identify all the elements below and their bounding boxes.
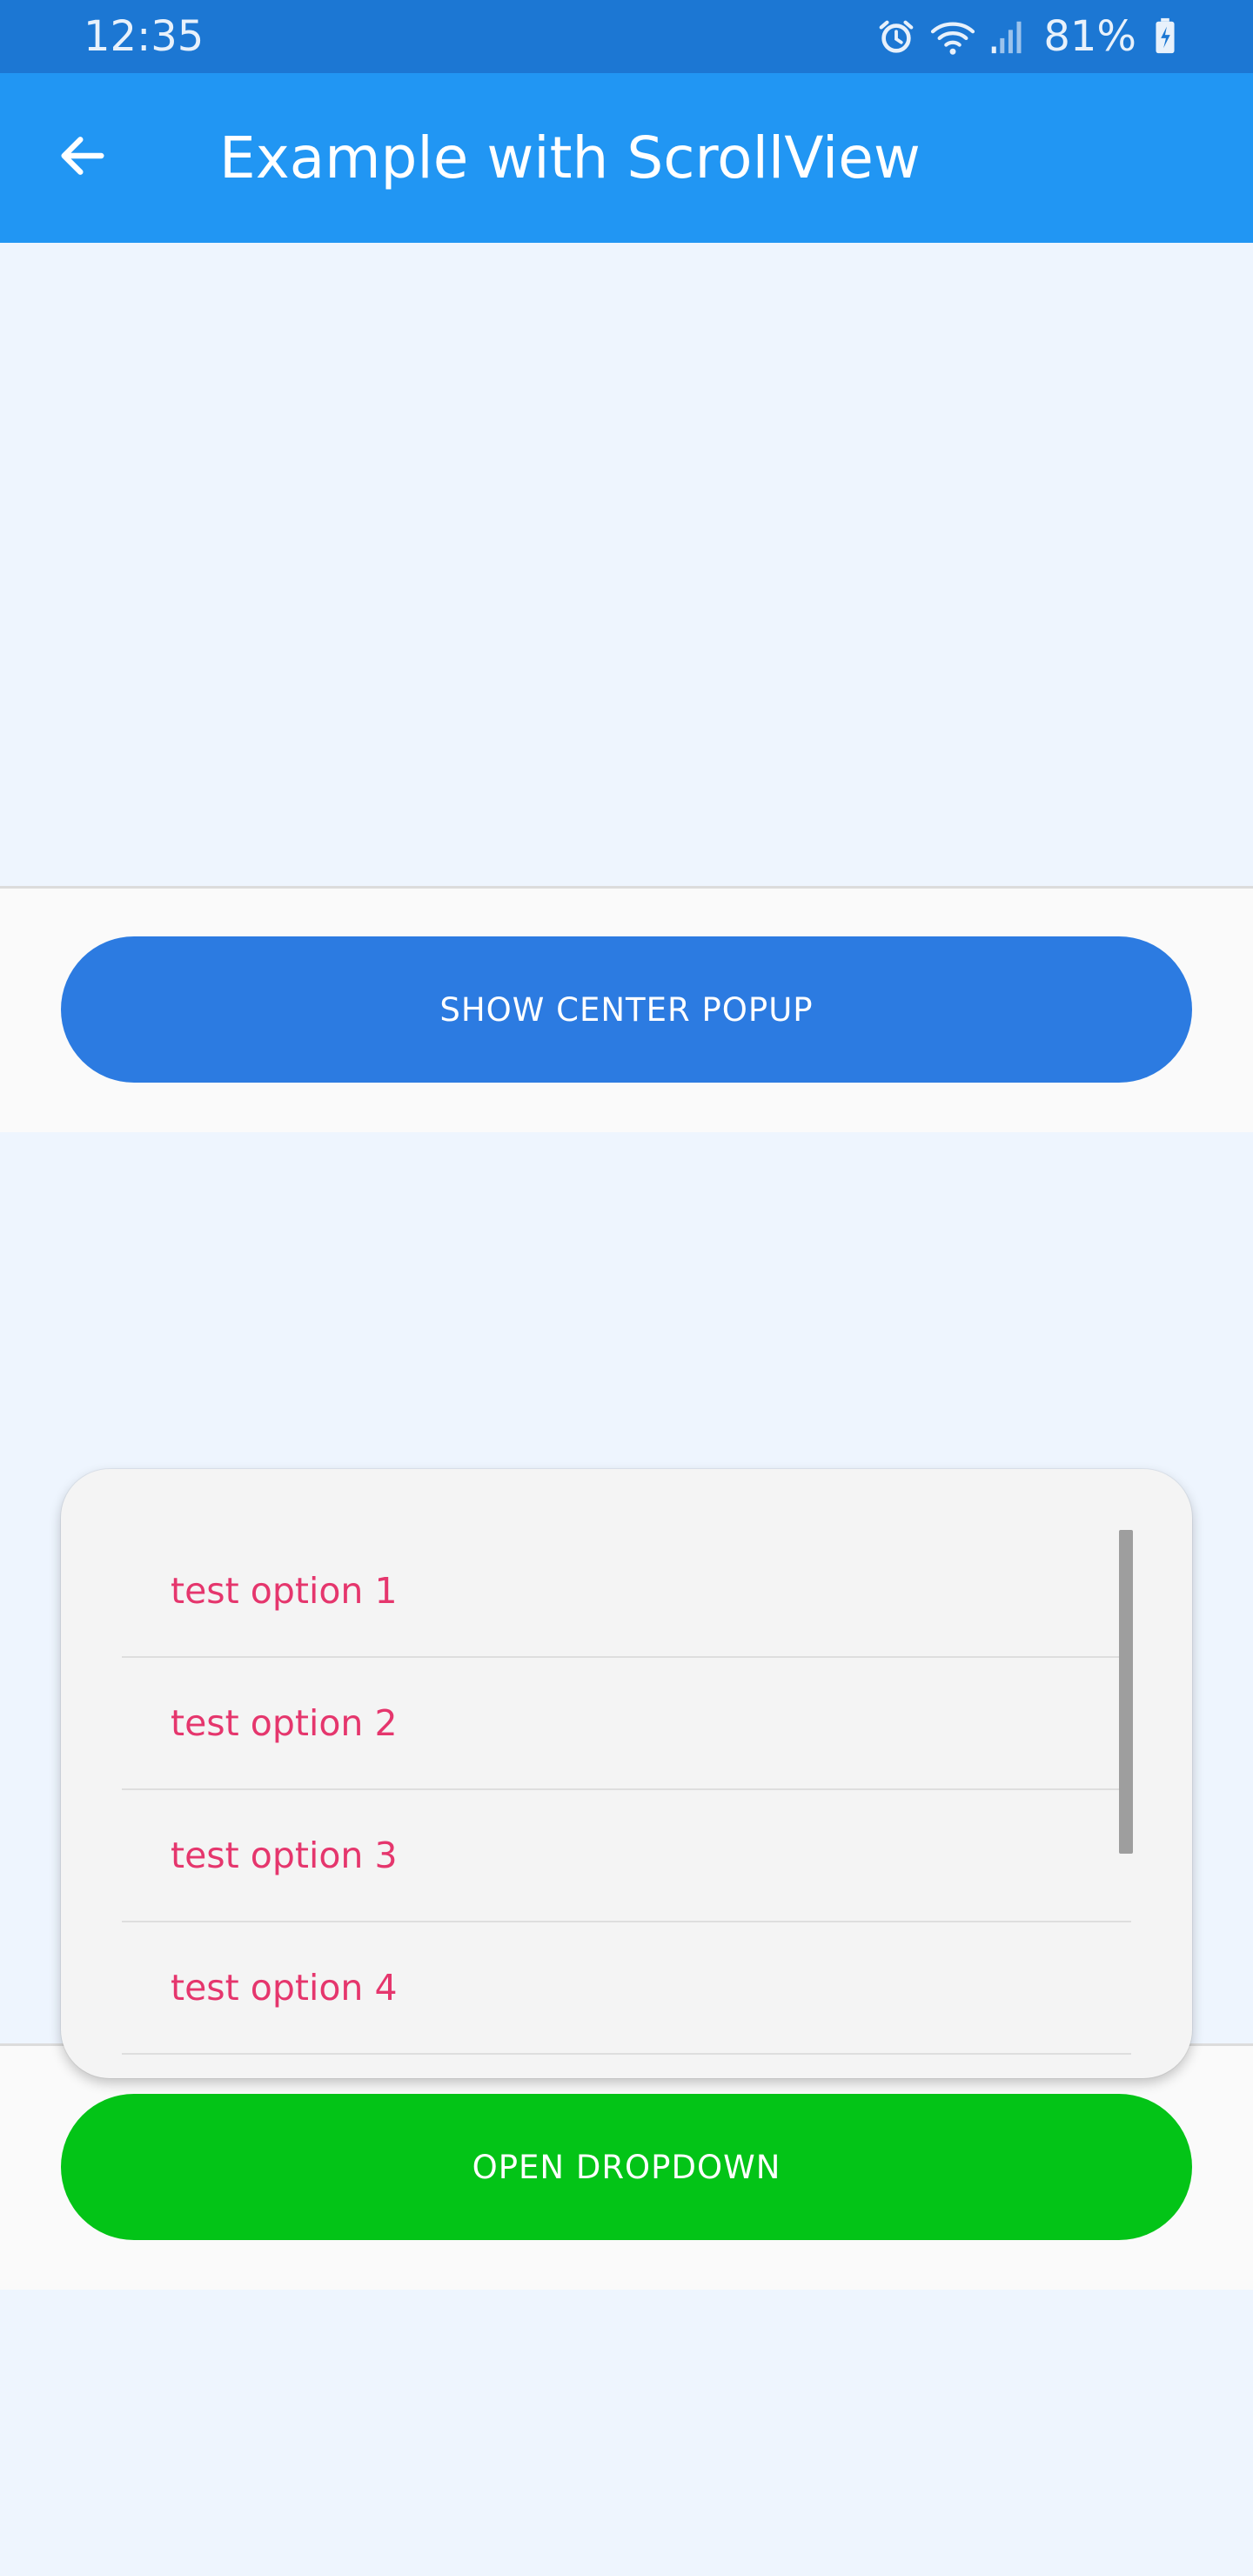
alarm-icon: [876, 17, 916, 57]
open-dropdown-button[interactable]: OPEN DROPDOWN: [61, 2094, 1192, 2240]
dropdown-scrollbar[interactable]: [1119, 1530, 1133, 1854]
dropdown-list[interactable]: test option 1 test option 2 test option …: [122, 1526, 1131, 2074]
dropdown-option[interactable]: test option 1: [122, 1526, 1131, 1658]
dropdown-popup: test option 1 test option 2 test option …: [61, 1469, 1192, 2078]
page-title: Example with ScrollView: [219, 124, 921, 191]
app-bar: Example with ScrollView: [0, 73, 1253, 243]
battery-percent: 81%: [1043, 12, 1136, 61]
dropdown-option[interactable]: test option 3: [122, 1790, 1131, 1922]
battery-charging-icon: [1154, 17, 1176, 57]
arrow-left-icon: [55, 128, 111, 187]
back-button[interactable]: [35, 114, 131, 201]
status-icons: 81%: [876, 9, 1176, 64]
status-bar: 12:35 81%: [0, 0, 1253, 73]
show-center-popup-button[interactable]: SHOW CENTER POPUP: [61, 936, 1192, 1083]
dropdown-option[interactable]: test option 4: [122, 1922, 1131, 2055]
status-time: 12:35: [84, 12, 204, 61]
dropdown-option[interactable]: test option 2: [122, 1658, 1131, 1790]
wifi-icon: [928, 17, 977, 57]
signal-icon: [989, 17, 1024, 57]
